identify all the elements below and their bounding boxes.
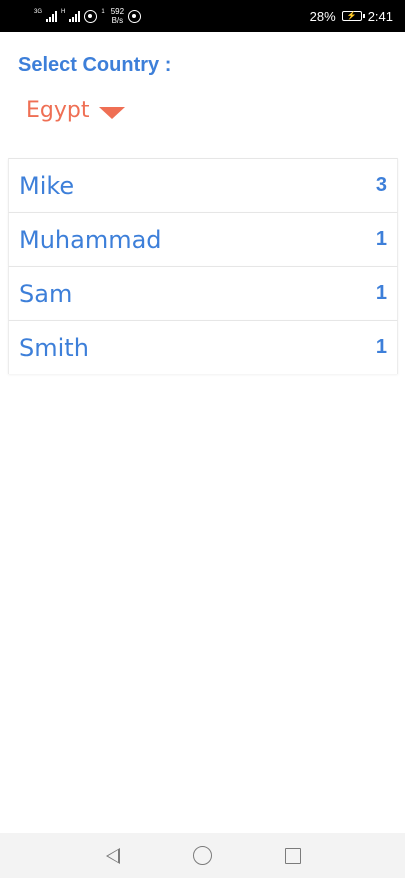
clock: 2:41 — [367, 8, 393, 24]
list-item[interactable]: Sam 1 — [8, 266, 398, 320]
hotspot-icon — [128, 9, 142, 23]
net-speed-value: 592 — [110, 7, 125, 16]
back-icon — [105, 847, 120, 864]
dropdown-arrow-icon — [99, 106, 126, 119]
name-count-list: Mike 3 Muhammad 1 Sam 1 Smith 1 — [8, 158, 398, 374]
country-selected-value: Egypt — [26, 98, 90, 123]
list-item-name: Mike — [19, 171, 75, 200]
signal-icon — [69, 10, 81, 22]
home-icon — [193, 846, 212, 865]
status-right: 28% ⚡ 2:41 — [310, 9, 393, 24]
battery-charging-icon: ⚡ — [341, 11, 365, 21]
hotspot-icon — [84, 9, 98, 23]
list-item-count: 1 — [375, 228, 387, 250]
list-item[interactable]: Mike 3 — [8, 158, 398, 212]
net-speed-unit: B/s — [111, 16, 124, 25]
status-bar: 3G H 1 592 B/s 28% ⚡ 2:41 — [0, 0, 405, 32]
country-dropdown[interactable]: Egypt — [26, 98, 126, 123]
home-button[interactable] — [192, 845, 214, 867]
recents-button[interactable] — [282, 845, 304, 867]
network-type-label: 3G — [34, 9, 43, 15]
list-item-count: 1 — [375, 282, 387, 304]
list-item[interactable]: Muhammad 1 — [8, 212, 398, 266]
back-button[interactable] — [102, 845, 124, 867]
network-type-label: H — [61, 9, 66, 15]
list-item[interactable]: Smith 1 — [8, 320, 398, 374]
list-item-name: Muhammad — [19, 225, 162, 254]
system-navigation-bar — [0, 833, 405, 878]
list-item-name: Smith — [19, 333, 89, 362]
list-item-name: Sam — [19, 279, 73, 308]
net-speed: 592 B/s — [111, 7, 124, 25]
signal-icon — [46, 10, 58, 22]
net-speed-prefix: 1 — [101, 9, 105, 15]
recents-icon — [284, 847, 301, 864]
list-item-count: 1 — [375, 336, 387, 358]
select-country-label: Select Country : — [18, 54, 172, 76]
battery-percent: 28% — [309, 8, 336, 24]
list-item-count: 3 — [375, 174, 387, 196]
status-left: 3G H 1 592 B/s — [34, 7, 142, 25]
